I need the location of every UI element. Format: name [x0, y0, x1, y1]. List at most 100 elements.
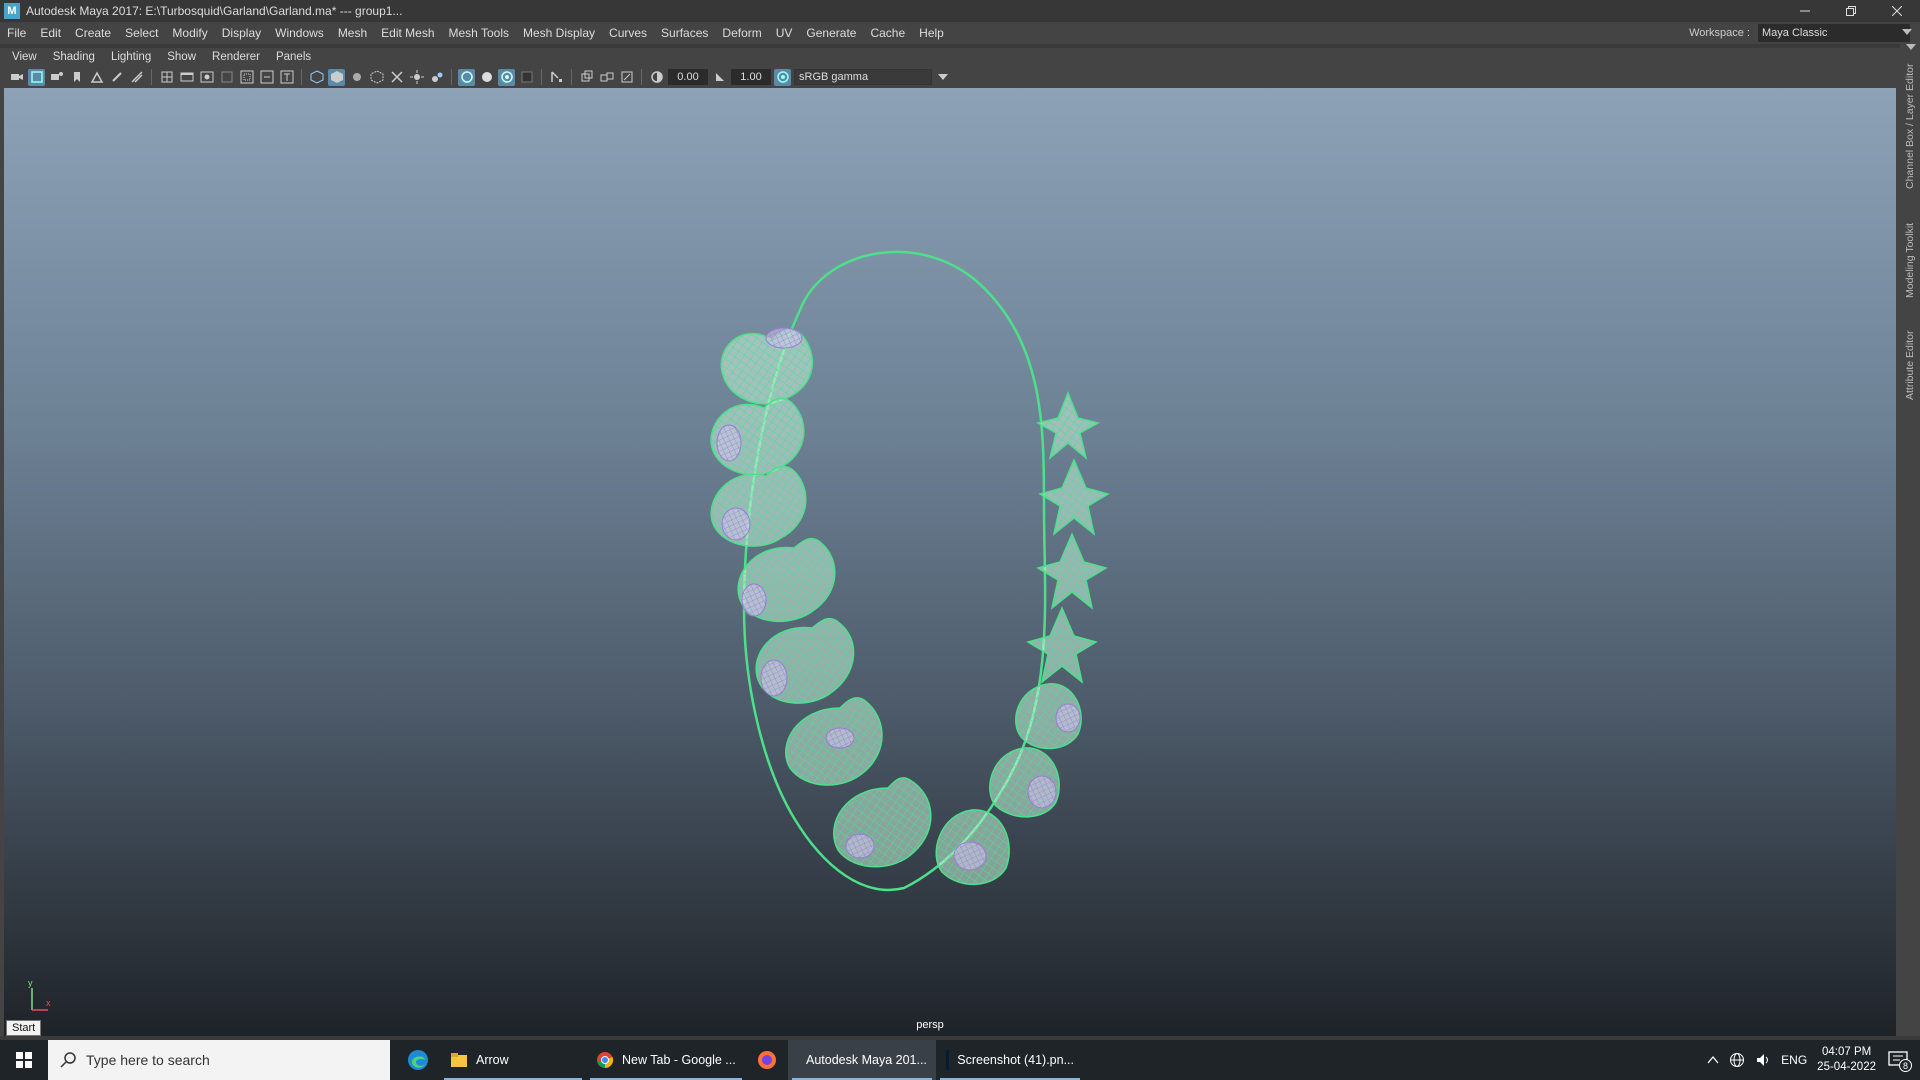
camera-attributes-icon[interactable] [28, 68, 45, 86]
edge-icon [408, 1050, 428, 1070]
chevron-down-icon [1902, 29, 1912, 35]
menu-windows[interactable]: Windows [268, 26, 331, 40]
grid-icon[interactable] [128, 69, 145, 86]
color-management-icon[interactable] [774, 68, 791, 86]
use-all-lights-icon[interactable] [388, 69, 405, 86]
menu-cache[interactable]: Cache [863, 26, 912, 40]
gate-mask-icon[interactable] [198, 69, 215, 86]
menu-edit[interactable]: Edit [33, 26, 68, 40]
clock-time: 04:07 PM [1821, 1046, 1872, 1058]
taskbar-search-box[interactable]: Type here to search [48, 1040, 390, 1080]
color-space-dropdown[interactable]: sRGB gamma [794, 69, 932, 85]
windows-taskbar: Type here to search Arrow New Tab - Goog… [0, 1040, 1920, 1080]
screen-space-ao-icon[interactable] [428, 69, 445, 86]
minimize-icon [1800, 10, 1810, 12]
field-chart-icon[interactable] [218, 69, 235, 86]
taskbar-app-edge[interactable] [396, 1040, 440, 1080]
panel-menu-panels[interactable]: Panels [268, 51, 319, 63]
right-dock-tabs: Channel Box / Layer Editor Modeling Tool… [1900, 44, 1920, 1036]
tab-channel-box-layer-editor[interactable]: Channel Box / Layer Editor [1902, 56, 1918, 196]
menu-file[interactable]: File [0, 26, 33, 40]
panel-menu-view[interactable]: View [4, 51, 45, 63]
menu-modify[interactable]: Modify [165, 26, 214, 40]
gamma-field[interactable]: 1.00 [731, 69, 771, 85]
gamma-icon[interactable] [711, 69, 728, 86]
smooth-shade-icon[interactable] [328, 68, 345, 86]
exposure-field[interactable]: 0.00 [668, 69, 708, 85]
menu-mesh-display[interactable]: Mesh Display [516, 26, 602, 40]
menu-help[interactable]: Help [912, 26, 951, 40]
perspective-viewport[interactable]: y x persp [4, 88, 1896, 1036]
panel-menu-renderer[interactable]: Renderer [204, 51, 268, 63]
chevron-up-icon[interactable] [1707, 1055, 1719, 1065]
camera-name-label: persp [916, 1019, 944, 1031]
taskbar-app-label: Arrow [476, 1053, 509, 1067]
garland-wireframe-model[interactable] [4, 88, 1896, 1036]
2d-pan-zoom-icon[interactable] [88, 69, 105, 86]
start-button[interactable] [0, 1040, 48, 1080]
safe-title-icon[interactable] [258, 69, 275, 86]
taskbar-app-chrome[interactable]: New Tab - Google ... [586, 1040, 746, 1080]
exposure-icon[interactable] [648, 69, 665, 86]
language-indicator[interactable]: ENG [1781, 1053, 1807, 1067]
photoshop-icon: Ps [946, 1050, 950, 1070]
menu-mesh-tools[interactable]: Mesh Tools [442, 26, 516, 40]
panel-menu-show[interactable]: Show [159, 51, 204, 63]
xray-joints-icon[interactable] [578, 69, 595, 86]
depth-of-field-icon[interactable] [498, 68, 515, 86]
taskbar-clock[interactable]: 04:07 PM 25-04-2022 [1817, 1045, 1876, 1075]
viewport-toolbar: 0.00 1.00 sRGB gamma [4, 66, 1896, 88]
panel-menu-shading[interactable]: Shading [45, 51, 103, 63]
tab-attribute-editor[interactable]: Attribute Editor [1902, 322, 1918, 408]
clock-date: 25-04-2022 [1817, 1061, 1876, 1073]
menu-deform[interactable]: Deform [715, 26, 768, 40]
menu-edit-mesh[interactable]: Edit Mesh [374, 26, 441, 40]
menu-select[interactable]: Select [118, 26, 165, 40]
restore-icon [1846, 6, 1856, 16]
menu-generate[interactable]: Generate [799, 26, 863, 40]
default-lighting-icon[interactable] [348, 69, 365, 86]
taskbar-app-maya[interactable]: Autodesk Maya 201... [788, 1040, 936, 1080]
panel-menu-lighting[interactable]: Lighting [103, 51, 159, 63]
grease-pencil-icon[interactable] [108, 69, 125, 86]
menu-curves[interactable]: Curves [602, 26, 654, 40]
restore-button[interactable] [1828, 0, 1874, 22]
toolbar-divider [451, 69, 452, 85]
motion-blur-icon[interactable] [458, 68, 475, 86]
network-icon[interactable] [1729, 1052, 1745, 1068]
xray-icon[interactable] [548, 69, 565, 86]
toolbar-divider [301, 69, 302, 85]
menu-surfaces[interactable]: Surfaces [654, 26, 715, 40]
tab-modeling-toolkit[interactable]: Modeling Toolkit [1902, 214, 1918, 306]
taskbar-app-firefox[interactable] [746, 1040, 788, 1080]
menu-create[interactable]: Create [68, 26, 118, 40]
frame-all-icon[interactable] [618, 69, 635, 86]
volume-icon[interactable] [1755, 1052, 1771, 1068]
menu-display[interactable]: Display [215, 26, 268, 40]
shadows-icon[interactable] [408, 69, 425, 86]
close-button[interactable] [1874, 0, 1920, 22]
bookmark-icon[interactable] [48, 69, 65, 86]
notification-center-button[interactable]: 8 [1886, 1048, 1912, 1072]
chevron-down-icon[interactable] [1906, 44, 1916, 50]
menu-mesh[interactable]: Mesh [331, 26, 374, 40]
search-icon [60, 1052, 76, 1068]
resolution-gate-icon[interactable] [178, 69, 195, 86]
menu-uv[interactable]: UV [769, 26, 800, 40]
textured-icon[interactable] [368, 69, 385, 86]
t-text-icon[interactable] [278, 69, 295, 86]
isolate-select-icon[interactable] [518, 69, 535, 86]
xray-components-icon[interactable] [598, 69, 615, 86]
wireframe-icon[interactable] [308, 69, 325, 86]
taskbar-app-explorer[interactable]: Arrow [440, 1040, 586, 1080]
color-space-chevron[interactable] [935, 69, 951, 85]
workspace-dropdown[interactable]: Maya Classic [1758, 24, 1912, 42]
safe-action-icon[interactable] [238, 69, 255, 86]
minimize-button[interactable] [1782, 0, 1828, 22]
film-gate-icon[interactable] [158, 69, 175, 86]
anti-aliasing-icon[interactable] [478, 69, 495, 86]
taskbar-app-photoshop[interactable]: Ps Screenshot (41).pn... [936, 1040, 1084, 1080]
image-plane-icon[interactable] [68, 69, 85, 86]
firefox-icon [758, 1051, 776, 1069]
select-camera-icon[interactable] [8, 69, 25, 86]
